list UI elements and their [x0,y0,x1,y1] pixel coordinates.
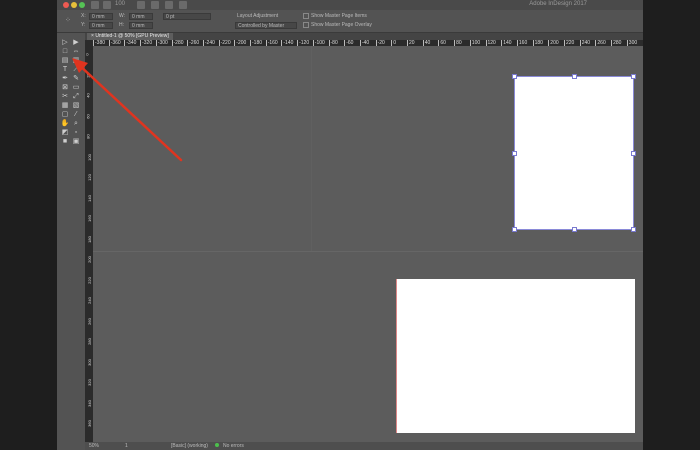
ruler-tick-label: 260 [86,317,92,325]
height-field[interactable]: 0 mm [129,22,153,29]
eyedropper-tool[interactable]: ⁄ [71,111,81,119]
content-placer-tool[interactable]: ▥ [71,57,81,65]
resize-handle[interactable] [512,74,517,79]
zoom-tool[interactable]: ⌕ [71,120,81,128]
document-tab[interactable]: × Untitled-1 @ 50% [GPU Preview] [87,33,173,40]
resize-handle[interactable] [512,151,517,156]
publish-online-icon[interactable] [179,1,187,9]
ruler-tick-label: 100 [86,153,92,161]
ruler-tick-label: 20 [85,72,91,78]
selection-tool[interactable]: ▷ [60,39,70,47]
ruler-tick-label: 240 [86,297,92,304]
spread-divider [93,251,643,252]
note-tool[interactable]: ▢ [60,111,70,119]
screen-mode[interactable]: ▣ [71,138,81,146]
ruler-tick-label: 340 [86,399,92,407]
ruler-tick-label: 120 [86,174,92,181]
line-tool[interactable]: ⟋ [71,66,81,74]
reference-point-icon[interactable]: ⁘ [65,16,71,24]
ruler-tick-label: 300 [86,358,92,366]
rectangle-tool[interactable]: ▭ [71,84,81,92]
show-overlay-label: Show Master Page Overlay [311,22,372,28]
show-overlay-checkbox[interactable] [303,22,309,28]
page-tool[interactable]: □ [60,48,70,56]
app-id-icon[interactable] [91,1,99,9]
y-label: Y: [81,22,86,28]
arrange-documents-icon[interactable] [165,1,173,9]
page-size-dropdown[interactable]: Controlled by Master [235,22,297,29]
resize-handle[interactable] [512,227,517,232]
pasteboard[interactable] [93,46,643,442]
resize-handle[interactable] [631,227,636,232]
ruler-tick-label: 60 [85,113,91,119]
resize-handle[interactable] [631,74,636,79]
rectangle-frame-tool[interactable]: ⊠ [60,84,70,92]
resize-handle[interactable] [631,151,636,156]
ruler-tick-label: 80 [85,134,91,139]
minimize-window-icon[interactable] [71,2,77,8]
apply-color[interactable]: ■ [60,138,70,146]
resize-handle[interactable] [572,74,577,79]
direct-selection-tool[interactable]: ▶ [71,39,81,47]
screen-mode-icon[interactable] [151,1,159,9]
preflight-ok-icon [215,443,219,447]
content-collector-tool[interactable]: ▤ [60,57,70,65]
window-title: Adobe InDesign 2017 [529,1,587,7]
zoom-level-field[interactable]: 100 [115,1,125,7]
maximize-window-icon[interactable] [79,2,85,8]
ruler-tick-label: 180 [86,235,92,243]
pen-tool[interactable]: ✒ [60,75,70,83]
width-field[interactable]: 0 mm [129,13,153,20]
show-master-items-label: Show Master Page Items [311,13,367,19]
scissors-tool[interactable]: ✂ [60,93,70,101]
status-master[interactable]: [Basic] (working) [171,443,208,449]
ruler-tick-label: 220 [86,276,92,284]
x-position-field[interactable]: 0 mm [89,13,113,20]
y-position-field[interactable]: 0 mm [89,22,113,29]
document-tab-label: Untitled-1 @ 50% [GPU Preview] [95,33,169,39]
free-transform-tool[interactable]: ⤢ [71,93,81,101]
hand-tool[interactable]: ✋ [60,120,70,128]
gradient-feather-tool[interactable]: ▧ [71,102,81,110]
ruler-tick-label: 160 [86,215,92,222]
x-label: X: [81,13,86,19]
ruler-tick-label: 200 [86,256,92,263]
title-bar: 100 Adobe InDesign 2017 [57,0,643,10]
view-options-icon[interactable] [137,1,145,9]
stroke-weight-field[interactable]: 0 pt [163,13,211,20]
document-tab-bar: × Untitled-1 @ 50% [GPU Preview] [85,33,643,40]
spread-edge [311,46,312,251]
tab-close-icon[interactable]: × [91,33,94,39]
page-1[interactable] [512,74,636,232]
formatting-affects-container[interactable]: ▫ [71,129,81,137]
h-label: H: [119,22,124,28]
page-2[interactable] [396,279,635,433]
ruler-tick-label: 40 [85,93,91,98]
bridge-icon[interactable] [103,1,111,9]
ruler-tick-label: 140 [86,194,92,202]
w-label: W: [119,13,126,19]
show-master-items-checkbox[interactable] [303,13,309,19]
ruler-tick-label: 320 [86,379,92,386]
pencil-tool[interactable]: ✎ [71,75,81,83]
ruler-tick-label: 0 [85,53,90,56]
status-bar: 50% 1 [Basic] (working) No errors [85,442,643,450]
status-zoom[interactable]: 50% [89,443,99,449]
layout-adjustment-label: Layout Adjustment [237,13,279,19]
indesign-window: 100 Adobe InDesign 2017 ⁘ X: 0 mm Y: 0 m… [57,0,643,450]
ruler-tick-label: 280 [86,338,92,345]
control-panel: ⁘ X: 0 mm Y: 0 mm W: 0 mm H: 0 mm 0 pt L… [57,10,643,33]
gap-tool[interactable]: ⇔ [71,48,81,56]
gradient-swatch-tool[interactable]: ▦ [60,102,70,110]
preflight-status[interactable]: No errors [223,443,244,449]
fill-stroke-swatch[interactable]: ◩ [60,129,70,137]
type-tool[interactable]: T [60,66,70,74]
tools-panel: ▷ ▶ □ ⇔ ▤ ▥ T ⟋ ✒ ✎ ⊠ ▭ ✂ ⤢ ▦ ▧ ▢ ⁄ ✋ ⌕ ◩ ▫ ■ ▣ [57,33,86,450]
status-page-number[interactable]: 1 [125,443,128,449]
close-window-icon[interactable] [63,2,69,8]
vertical-ruler[interactable]: 0 20 40 60 80 100 120 140 160 180 200 220 240 260 280 3… [85,46,93,442]
ruler-tick-label: 360 [86,420,92,427]
resize-handle[interactable] [572,227,577,232]
